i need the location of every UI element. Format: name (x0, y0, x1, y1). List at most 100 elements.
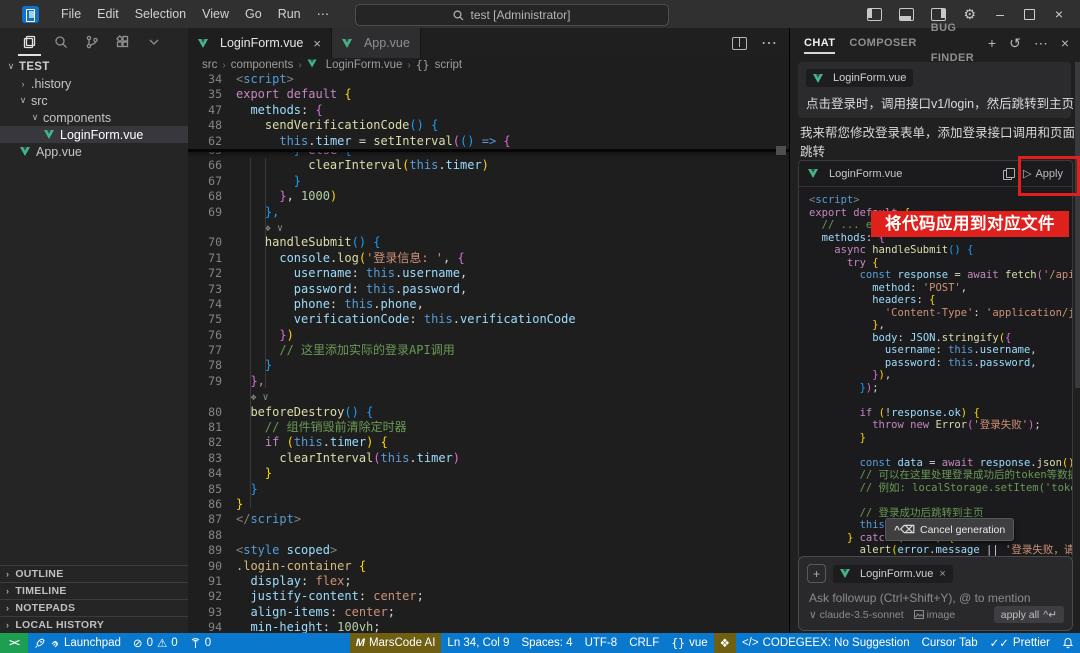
code-line-48[interactable]: 48 sendVerificationCode() { (188, 118, 789, 133)
copy-code-icon[interactable] (1003, 168, 1015, 180)
code-line-80[interactable]: 80 beforeDestroy() { (188, 405, 789, 420)
code-line-x[interactable]: 'Content-Type': 'application/json', (809, 307, 1072, 320)
code-line-x[interactable] (809, 444, 1072, 457)
remote-indicator[interactable]: >< (0, 633, 28, 653)
code-line-92[interactable]: 92 justify-content: center; (188, 589, 789, 604)
code-line-x[interactable]: password: this.password, (809, 357, 1072, 370)
prettier-item[interactable]: ✓✓ Prettier (984, 633, 1056, 653)
codegeex-status-item[interactable]: </> CODEGEEX: No Suggestion (736, 633, 916, 653)
chevron-down-icon[interactable]: ∨ (271, 223, 283, 234)
section-local-history[interactable]: › LOCAL HISTORY (0, 616, 188, 633)
code-line-79[interactable]: 79 }, (188, 374, 789, 389)
code-line-82[interactable]: 82 if (this.timer) { (188, 435, 789, 450)
code-line-84[interactable]: 84 } (188, 466, 789, 481)
apply-all-button[interactable]: apply all ^↵ (993, 606, 1064, 623)
menu-selection[interactable]: Selection (127, 0, 194, 28)
code-line-76[interactable]: 76 }) (188, 328, 789, 343)
tab-loginform-vue[interactable]: LoginForm.vue × (188, 28, 332, 58)
search-view-icon[interactable] (45, 29, 76, 55)
eol-item[interactable]: CRLF (623, 633, 665, 653)
toggle-sidebar-icon[interactable] (867, 7, 883, 21)
panel-more-icon[interactable]: ⋯ (1034, 35, 1048, 52)
close-window-button[interactable]: × (1052, 6, 1066, 22)
language-mode-item[interactable]: {} vue (665, 633, 713, 653)
code-line-x[interactable]: async handleSubmit() { (809, 244, 1072, 257)
code-line-83[interactable]: 83 clearInterval(this.timer) (188, 451, 789, 466)
tree-item--history[interactable]: › .history (0, 75, 188, 92)
code-line-x[interactable]: // 可以在这里处理登录成功后的token等数据 (809, 469, 1072, 482)
cursor-tab-item[interactable]: Cursor Tab (916, 633, 984, 653)
code-line-x[interactable]: } (809, 432, 1072, 445)
menu-run[interactable]: Run (270, 0, 309, 28)
search-input[interactable]: test [Administrator] (355, 4, 669, 26)
code-line-x[interactable]: const data = await response.json(); (809, 457, 1072, 470)
code-line-85[interactable]: 85 } (188, 482, 789, 497)
extensions-icon[interactable] (107, 29, 138, 55)
code-line-72[interactable]: 72 username: this.username, (188, 266, 789, 281)
chevron-down-icon[interactable]: ∨ (256, 392, 269, 403)
code-line-81[interactable]: 81 // 组件销毁前清除定时器 (188, 420, 789, 435)
code-line-91[interactable]: 91 display: flex; (188, 574, 789, 589)
problems-item[interactable]: ⊘ 0 ⚠ 0 (127, 633, 184, 653)
code-line-34[interactable]: 34 <script> (188, 72, 789, 87)
section-timeline[interactable]: › TIMELINE (0, 582, 188, 599)
code-line-94[interactable]: 94 min-height: 100vh; (188, 620, 789, 633)
minimize-button[interactable]: – (993, 6, 1007, 22)
model-selector[interactable]: ∨ claude-3.5-sonnet (809, 609, 904, 621)
remove-chip-icon[interactable]: × (939, 568, 945, 580)
section-outline[interactable]: › OUTLINE (0, 565, 188, 582)
code-line-93[interactable]: 93 align-items: center; (188, 605, 789, 620)
add-context-button[interactable]: + (807, 564, 826, 583)
code-line-67[interactable]: 67 } (188, 174, 789, 189)
code-line-x[interactable]: }, (809, 319, 1072, 332)
code-line-x[interactable]: method: 'POST', (809, 282, 1072, 295)
code-line-x[interactable]: }), (809, 369, 1072, 382)
code-line-71[interactable]: 71 console.log('登录信息: ', { (188, 251, 789, 266)
tab-app-vue[interactable]: App.vue (331, 28, 421, 58)
code-line-x[interactable]: throw new Error('登录失败'); (809, 419, 1072, 432)
history-icon[interactable]: ↺ (1009, 35, 1021, 52)
editor-more-actions-icon[interactable]: ⋯ (761, 33, 777, 53)
close-tab-icon[interactable]: × (313, 36, 321, 51)
source-control-icon[interactable] (76, 29, 107, 55)
ai-lens-row[interactable]: ❖ ∨ (188, 389, 789, 404)
new-chat-icon[interactable]: + (988, 35, 996, 51)
menu-edit[interactable]: Edit (89, 0, 127, 28)
panel-scrollbar[interactable] (1075, 62, 1080, 388)
code-line-x[interactable]: try { (809, 257, 1072, 270)
code-line-86[interactable]: 86} (188, 497, 789, 512)
code-line-70[interactable]: 70 handleSubmit() { (188, 235, 789, 250)
code-line-66[interactable]: 66 clearInterval(this.timer) (188, 158, 789, 173)
code-line-x[interactable]: // 例如: localStorage.setItem('token', dat… (809, 482, 1072, 495)
code-editor[interactable]: 65 } else {66 clearInterval(this.timer)6… (188, 72, 789, 633)
code-line-x[interactable]: body: JSON.stringify({ (809, 332, 1072, 345)
menu-view[interactable]: View (194, 0, 237, 28)
section-notepads[interactable]: › NOTEPADS (0, 599, 188, 616)
code-line-75[interactable]: 75 verificationCode: this.verificationCo… (188, 312, 789, 327)
code-line-73[interactable]: 73 password: this.password, (188, 282, 789, 297)
tree-item-components[interactable]: ∨ components (0, 109, 188, 126)
breadcrumb[interactable]: src › components › LoginForm.vue › {} scrip… (188, 58, 803, 72)
explorer-icon[interactable] (14, 29, 45, 56)
code-line-x[interactable]: }); (809, 382, 1072, 395)
more-views-chevron-icon[interactable] (138, 29, 169, 55)
code-line-x[interactable]: alert(error.message || '登录失败，请重试'); (809, 544, 1072, 557)
notifications-bell-icon[interactable] (1056, 633, 1080, 653)
file-reference-chip[interactable]: LoginForm.vue (806, 69, 914, 87)
chat-input-box[interactable]: + LoginForm.vue × Ask followup (Ctrl+Shi… (798, 556, 1073, 631)
attach-image-button[interactable]: image (913, 609, 955, 621)
tab-composer[interactable]: COMPOSER (849, 28, 916, 58)
maximize-button[interactable] (1024, 8, 1035, 20)
tab-chat[interactable]: CHAT (804, 28, 836, 58)
code-line-74[interactable]: 74 phone: this.phone, (188, 297, 789, 312)
code-line-62[interactable]: 62 this.timer = setInterval(() => { (188, 134, 789, 149)
marscode-ai-item[interactable]: M MarsCode AI (349, 633, 442, 653)
toggle-panel-icon[interactable] (899, 7, 915, 21)
launchpad-item[interactable]: Launchpad (28, 633, 127, 653)
codegeex-logo-item[interactable]: ❖ (713, 633, 736, 653)
code-line-x[interactable]: const response = await fetch('/api/v1/lo… (809, 269, 1072, 282)
tree-root[interactable]: ∨ TEST (0, 58, 188, 75)
tree-item-src[interactable]: ∨ src (0, 92, 188, 109)
code-line-87[interactable]: 87 </script> (188, 512, 789, 527)
cursor-position-item[interactable]: Ln 34, Col 9 (441, 633, 515, 653)
